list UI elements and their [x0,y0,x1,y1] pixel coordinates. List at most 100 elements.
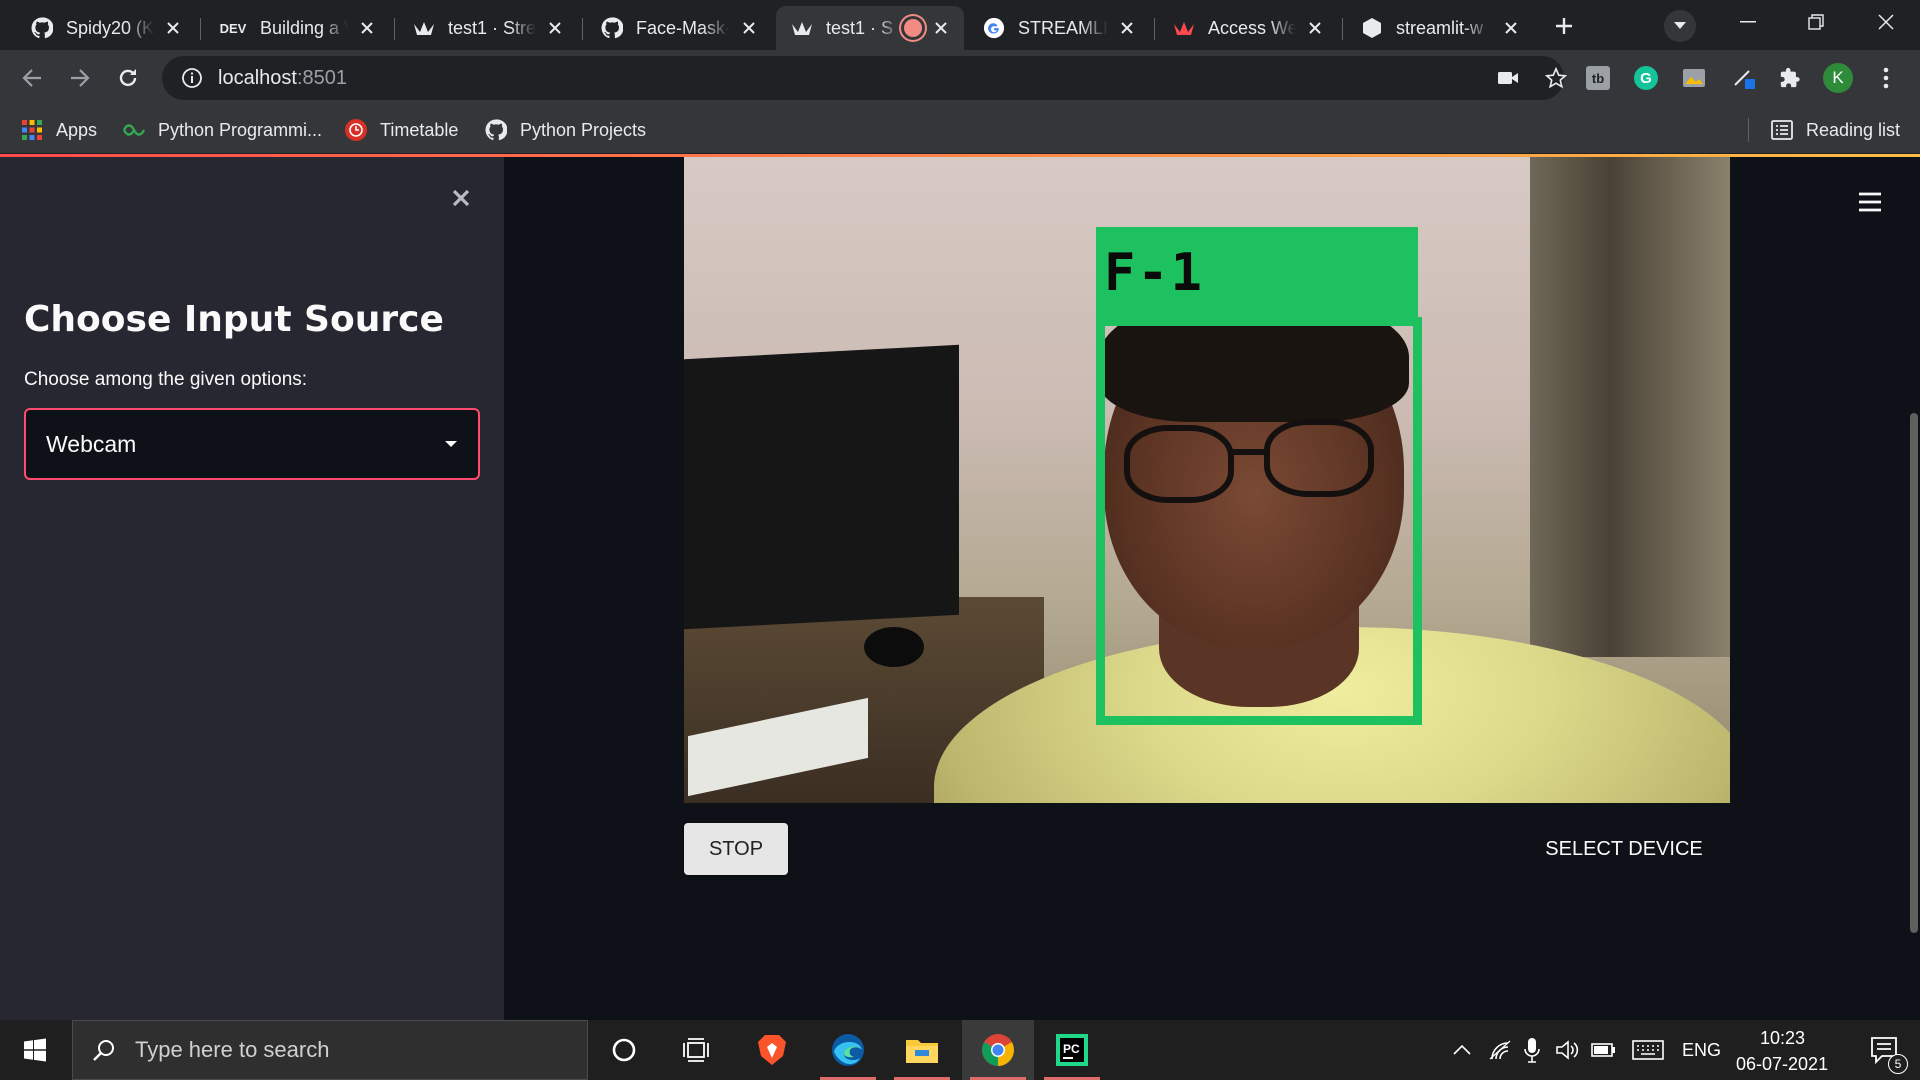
task-view-icon[interactable] [660,1020,732,1080]
reading-list-button[interactable]: Reading list [1770,106,1900,154]
image-extension-icon[interactable] [1676,60,1712,96]
sidebar-title: Choose Input Source [24,299,444,340]
grammarly-icon[interactable]: G [1628,60,1664,96]
extensions-puzzle-icon[interactable] [1772,60,1808,96]
select-device-button[interactable]: SELECT DEVICE [1524,823,1724,875]
search-icon [89,1035,119,1065]
tab-title: STREAMLIT [1018,17,1108,38]
notification-center-icon[interactable]: 5 [1854,1020,1914,1080]
tab-title: test1 · Strea [448,17,536,38]
back-button[interactable] [14,60,50,96]
chrome-icon[interactable] [962,1020,1034,1080]
bookmark-label: Python Programmi... [158,119,323,140]
edge-icon[interactable] [812,1020,884,1080]
restore-button[interactable] [1782,0,1850,44]
browser-toolbar: localhost:8501 tb G K [0,50,1920,106]
bookmark-label: Python Projects [520,119,647,140]
tab-test1-stream[interactable]: test1 · Strea [398,6,578,50]
bookmark-star-icon[interactable] [1538,60,1574,96]
microphone-icon[interactable] [1518,1036,1546,1064]
stop-button[interactable]: STOP [684,823,788,875]
new-tab-button[interactable] [1548,10,1580,42]
timetable-icon [344,118,368,142]
caret-down-icon [444,435,458,453]
tab-title: Face-Mask-I [636,17,730,38]
windows-start-button[interactable] [0,1020,70,1080]
network-icon[interactable] [1486,1036,1514,1064]
clock-time[interactable]: 10:23 [1760,1028,1805,1049]
notification-count-badge: 5 [1888,1054,1908,1074]
hamburger-menu-icon[interactable] [1852,187,1888,217]
keyboard-icon[interactable] [1632,1036,1664,1064]
address-bar[interactable]: localhost:8501 [162,56,1567,100]
svg-text:PC: PC [1063,1042,1080,1056]
info-icon[interactable] [178,64,206,92]
select-value: Webcam [46,430,137,457]
taskbar-search-box[interactable]: Type here to search [72,1020,588,1080]
bookmark-python-programming[interactable]: Python Programmi... [122,106,322,154]
tab-close-icon[interactable] [544,17,566,39]
face-detection-box [1096,317,1422,725]
tab-close-icon[interactable] [1116,17,1138,39]
tab-close-icon[interactable] [162,17,184,39]
camera-icon[interactable] [1490,60,1526,96]
webcam-video-frame: F-1 [684,157,1730,803]
chrome-menu-icon[interactable] [1868,60,1904,96]
tab-streamlit-w[interactable]: streamlit-w [1346,6,1534,50]
sidebar: Choose Input Source Choose among the giv… [0,157,504,1020]
battery-icon[interactable] [1590,1036,1618,1064]
tab-face-mask[interactable]: Face-Mask-I [586,6,772,50]
tab-streamlit-google[interactable]: STREAMLIT [968,6,1150,50]
brave-icon[interactable] [736,1020,808,1080]
tab-close-icon[interactable] [930,17,952,39]
apps-grid-icon [20,118,44,142]
page-scrollbar[interactable] [1910,413,1918,933]
windows-taskbar: Type here to search PC ENG 10:23 06-07-2… [0,1020,1920,1080]
file-explorer-icon[interactable] [886,1020,958,1080]
bookmark-timetable[interactable]: Timetable [344,106,458,154]
clock-date[interactable]: 06-07-2021 [1736,1054,1828,1075]
github-icon [484,118,508,142]
reading-list-icon [1770,118,1794,142]
tab-test1-active[interactable]: test1 · S [776,6,964,50]
bookmark-apps[interactable]: Apps [20,106,97,154]
reading-list-label: Reading list [1806,119,1901,140]
pycharm-icon[interactable]: PC [1036,1020,1108,1080]
tab-close-icon[interactable] [1304,17,1326,39]
tab-close-icon[interactable] [356,17,378,39]
google-icon [982,16,1006,40]
bookmark-label: Timetable [380,119,459,140]
close-sidebar-icon[interactable] [446,183,476,213]
extension-tb-icon[interactable]: tb [1580,60,1616,96]
cube-icon [1360,16,1384,40]
streamlit-icon [1172,16,1196,40]
language-indicator[interactable]: ENG [1682,1040,1721,1061]
volume-icon[interactable] [1554,1036,1582,1064]
tab-close-icon[interactable] [1500,17,1522,39]
profile-avatar[interactable]: K [1820,60,1856,96]
close-window-button[interactable] [1852,0,1920,44]
tab-title: Building a V [260,17,348,38]
select-label: Choose among the given options: [24,369,308,390]
streamlit-icon [790,16,814,40]
tab-title: Access Web [1208,17,1296,38]
minimize-button[interactable] [1714,0,1782,44]
bookmark-label: Apps [56,119,98,140]
show-hidden-icons-icon[interactable] [1448,1036,1476,1064]
python-prog-icon [122,118,146,142]
tab-title: streamlit-w [1396,17,1484,38]
github-icon [30,16,54,40]
tab-spidy20[interactable]: Spidy20 (Ku [16,6,196,50]
tab-close-icon[interactable] [738,17,760,39]
bookmark-python-projects[interactable]: Python Projects [484,106,646,154]
pen-extension-icon[interactable] [1726,60,1762,96]
cortana-icon[interactable] [588,1020,660,1080]
tab-search-button[interactable] [1664,10,1696,42]
input-source-select[interactable]: Webcam [24,408,480,480]
tab-title: test1 · S [826,17,894,38]
main-content: F-1 STOP SELECT DEVICE [504,157,1920,1020]
forward-button[interactable] [62,60,98,96]
tab-building[interactable]: DEV Building a V [204,6,390,50]
reload-button[interactable] [110,60,146,96]
tab-access-web[interactable]: Access Web [1158,6,1338,50]
